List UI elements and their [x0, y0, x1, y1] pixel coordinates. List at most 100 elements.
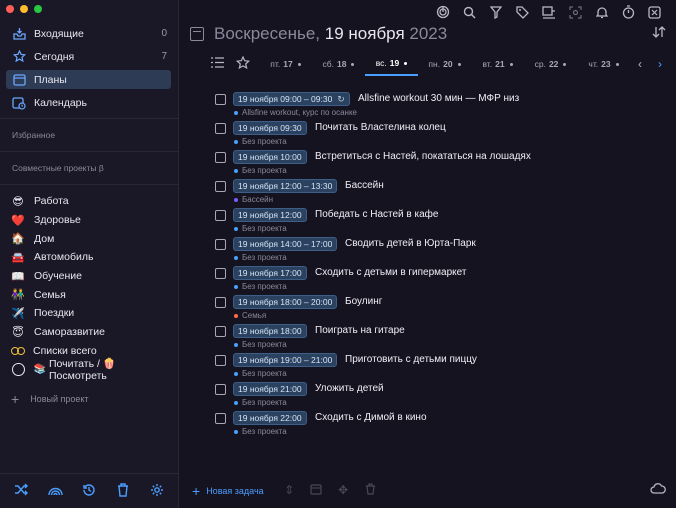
task-title[interactable]: Поиграть на гитаре [315, 325, 405, 336]
new-task-button[interactable]: + Новая задача [192, 483, 264, 499]
collapse-icon[interactable] [642, 3, 669, 21]
sidebar-item-plans[interactable]: Планы [6, 70, 171, 89]
filter-icon[interactable] [483, 3, 510, 21]
history-icon[interactable] [79, 483, 99, 500]
task-title[interactable]: Allsfine workout 30 мин — МФР низ [358, 93, 519, 104]
task-row[interactable]: 19 ноября 14:00 – 17:00 Сводить детей в Ю… [215, 236, 665, 265]
task-checkbox[interactable] [215, 181, 226, 192]
project-item-family[interactable]: 👫 Семья [6, 285, 171, 304]
day-tab-mon[interactable]: пн. 20 [418, 52, 471, 76]
capture-icon[interactable] [562, 3, 589, 21]
task-title[interactable]: Победать с Настей в кафе [315, 209, 438, 220]
task-checkbox[interactable] [215, 152, 226, 163]
day-tab-wed[interactable]: ср. 22 [524, 52, 577, 76]
task-checkbox[interactable] [215, 384, 226, 395]
shuffle-icon[interactable] [11, 483, 31, 499]
zoom-window-button[interactable] [34, 5, 42, 13]
task-row[interactable]: 19 ноября 17:00 Сходить с детьми в гиперм… [215, 265, 665, 294]
project-item-trips[interactable]: ✈️ Поездки [6, 304, 171, 323]
task-checkbox[interactable] [215, 297, 226, 308]
task-checkbox[interactable] [215, 268, 226, 279]
day-tab-sun[interactable]: вс. 19 [365, 52, 418, 76]
tag-icon[interactable] [509, 3, 536, 21]
day-tab-tue[interactable]: вт. 21 [471, 52, 524, 76]
task-date-chip[interactable]: 19 ноября 10:00 [233, 150, 307, 164]
sidebar-item-today[interactable]: Сегодня 7 [6, 47, 171, 66]
close-window-button[interactable] [6, 5, 14, 13]
task-checkbox[interactable] [215, 210, 226, 221]
task-checkbox[interactable] [215, 239, 226, 250]
task-title[interactable]: Почитать Властелина колец [315, 122, 446, 133]
day-tab-thu[interactable]: чт. 23 [577, 52, 630, 76]
focus-mode-icon[interactable] [430, 3, 457, 21]
task-checkbox[interactable] [215, 123, 226, 134]
task-date-chip[interactable]: 19 ноября 19:00 – 21:00 [233, 353, 338, 367]
task-row[interactable]: 19 ноября 12:00 – 13:30 Бассейн Бассейн [215, 178, 665, 207]
chevron-left-icon[interactable]: ‹ [630, 57, 650, 71]
calendar-icon[interactable] [190, 27, 204, 41]
shared-projects-label[interactable]: Совместные проекты β [12, 163, 104, 173]
task-row[interactable]: 19 ноября 18:00 – 20:00 Боулинг Семья [215, 294, 665, 323]
search-icon[interactable] [456, 3, 483, 21]
move-priority-icon[interactable]: ⇕ [276, 483, 303, 498]
task-row[interactable]: 19 ноября 09:00 – 09:30 ↻ Allsfine workout… [215, 91, 665, 120]
project-item-learning[interactable]: 📖 Обучение [6, 267, 171, 286]
task-title[interactable]: Уложить детей [315, 383, 384, 394]
list-view-icon[interactable] [210, 57, 224, 71]
task-date-chip[interactable]: 19 ноября 09:30 [233, 121, 307, 135]
task-title[interactable]: Бассейн [345, 180, 384, 191]
minimize-window-button[interactable] [20, 5, 28, 13]
task-date-chip[interactable]: 19 ноября 21:00 [233, 382, 307, 396]
task-row[interactable]: 19 ноября 22:00 Сходить с Димой в кино Без… [215, 410, 665, 439]
task-checkbox[interactable] [215, 355, 226, 366]
task-date-chip[interactable]: 19 ноября 18:00 [233, 324, 307, 338]
project-item-health[interactable]: ❤️ Здоровье [6, 211, 171, 230]
gear-icon[interactable] [147, 483, 167, 500]
task-row[interactable]: 19 ноября 18:00 Поиграть на гитаре Без про… [215, 323, 665, 352]
task-checkbox[interactable] [215, 413, 226, 424]
task-date-chip[interactable]: 19 ноября 12:00 – 13:30 [233, 179, 338, 193]
task-date-chip[interactable]: 19 ноября 09:00 – 09:30 ↻ [233, 92, 350, 106]
task-date-chip[interactable]: 19 ноября 14:00 – 17:00 [233, 237, 338, 251]
project-item-read-watch[interactable]: 📚 Почитать / 🍿 Посмотреть [6, 358, 171, 382]
chevron-right-icon[interactable]: › [650, 57, 670, 71]
task-title[interactable]: Сходить с детьми в гипермаркет [315, 267, 466, 278]
task-row[interactable]: 19 ноября 12:00 Победать с Настей в кафе Б… [215, 207, 665, 236]
wifi-sync-icon[interactable] [45, 483, 65, 499]
project-item-car[interactable]: 🚘 Автомобиль [6, 248, 171, 267]
task-title[interactable]: Сводить детей в Юрта-Парк [345, 238, 476, 249]
trash-icon[interactable] [113, 482, 133, 500]
cloud-sync-icon[interactable] [650, 483, 666, 497]
calendar-icon[interactable] [303, 483, 330, 498]
project-item-self-development[interactable]: 😇 Саморазвитие [6, 323, 171, 342]
task-title[interactable]: Приготовить с детьми пиццу [345, 354, 477, 365]
task-title[interactable]: Встретиться с Настей, покататься на лоша… [315, 151, 531, 162]
task-checkbox[interactable] [215, 94, 226, 105]
sort-icon[interactable] [652, 26, 666, 41]
task-date-chip[interactable]: 19 ноября 22:00 [233, 411, 307, 425]
bell-icon[interactable] [589, 3, 616, 21]
task-row[interactable]: 19 ноября 19:00 – 21:00 Приготовить с дет… [215, 352, 665, 381]
export-icon[interactable] [536, 3, 563, 21]
day-tab-fri[interactable]: пт. 17 [259, 52, 312, 76]
task-title[interactable]: Сходить с Димой в кино [315, 412, 427, 423]
task-date-chip[interactable]: 19 ноября 18:00 – 20:00 [233, 295, 338, 309]
plus-icon: + [192, 482, 201, 499]
star-icon[interactable] [235, 55, 251, 73]
new-project-button[interactable]: + Новый проект [11, 391, 89, 407]
timer-icon[interactable] [615, 3, 642, 21]
task-checkbox[interactable] [215, 326, 226, 337]
project-item-home[interactable]: 🏠 Дом [6, 229, 171, 248]
sidebar-item-inbox[interactable]: Входящие 0 [6, 24, 171, 43]
task-row[interactable]: 19 ноября 21:00 Уложить детей Без проекта [215, 381, 665, 410]
project-item-work[interactable]: 😎 Работа [6, 192, 171, 211]
task-row[interactable]: 19 ноября 09:30 Почитать Властелина колец… [215, 120, 665, 149]
task-row[interactable]: 19 ноября 10:00 Встретиться с Настей, пок… [215, 149, 665, 178]
task-date-chip[interactable]: 19 ноября 12:00 [233, 208, 307, 222]
task-title[interactable]: Боулинг [345, 296, 382, 307]
day-tab-sat[interactable]: сб. 18 [312, 52, 365, 76]
move-icon[interactable]: ✥ [330, 483, 357, 498]
sidebar-item-calendar[interactable]: Календарь [6, 93, 171, 112]
task-date-chip[interactable]: 19 ноября 17:00 [233, 266, 307, 280]
trash-icon[interactable] [357, 483, 384, 498]
